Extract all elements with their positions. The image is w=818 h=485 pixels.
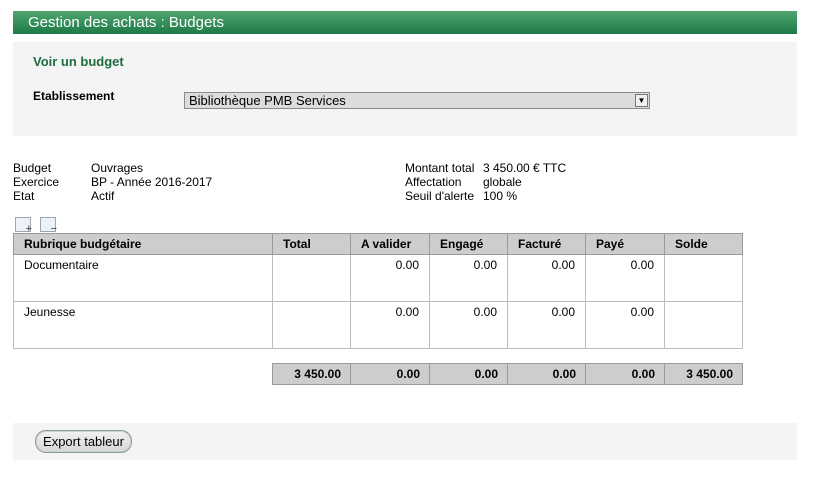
info-label: Exercice [13,175,60,189]
rubrique-cell[interactable]: Documentaire [13,254,273,302]
info-value: Ouvrages [91,161,144,175]
column-header: Facturé [507,233,586,255]
info-label: Budget [13,161,52,175]
info-row-budget: Budget Ouvrages [13,161,212,175]
budget-table: Rubrique budgétaire Total A valider Enga… [13,233,743,349]
a-valider-cell: 0.00 [350,301,430,349]
totals-row-table: 3 450.00 0.00 0.00 0.00 0.00 3 450.00 [272,363,743,385]
solde-cell [664,301,743,349]
column-header: A valider [350,233,430,255]
column-header: Total [272,233,351,255]
total-cell [272,301,351,349]
column-header: Payé [585,233,665,255]
etablissement-label: Etablissement [33,89,115,103]
etablissement-select[interactable]: Bibliothèque PMB Services ▼ [184,92,650,109]
totals-row: 3 450.00 0.00 0.00 0.00 0.00 3 450.00 [272,363,743,385]
info-label: Seuil d'alerte [405,189,474,203]
engage-sum-cell: 0.00 [429,363,508,385]
facture-sum-cell: 0.00 [507,363,586,385]
info-label: Affectation [405,175,462,189]
column-header: Solde [664,233,743,255]
info-row-affectation: Affectation globale [405,175,566,189]
budget-info-right: Montant total 3 450.00 € TTC Affectation… [405,161,566,203]
info-row-exercice: Exercice BP - Année 2016-2017 [13,175,212,189]
tree-toggle-icons: + − [15,217,57,235]
solde-sum-cell: 3 450.00 [664,363,743,385]
page-title: Gestion des achats : Budgets [13,11,797,34]
expand-all-icon[interactable]: + [15,217,32,235]
table-header-row: Rubrique budgétaire Total A valider Enga… [13,233,743,255]
a-valider-sum-cell: 0.00 [350,363,430,385]
info-value: globale [483,175,522,189]
paye-sum-cell: 0.00 [585,363,665,385]
rubrique-cell[interactable]: Jeunesse [13,301,273,349]
info-value: Actif [91,189,115,203]
engage-cell: 0.00 [429,301,508,349]
total-cell [272,254,351,302]
info-label: Etat [13,189,35,203]
budget-form-panel: Voir un budget Etablissement Bibliothèqu… [13,42,797,136]
budget-info-left: Budget Ouvrages Exercice BP - Année 2016… [13,161,212,203]
paye-cell: 0.00 [585,254,665,302]
table-row: Jeunesse 0.00 0.00 0.00 0.00 [13,301,743,349]
footer-panel: Export tableur [13,423,797,460]
info-value: 3 450.00 € TTC [483,161,567,175]
form-title: Voir un budget [33,54,124,69]
column-header: Engagé [429,233,508,255]
total-sum-cell: 3 450.00 [272,363,351,385]
engage-cell: 0.00 [429,254,508,302]
table-row: Documentaire 0.00 0.00 0.00 0.00 [13,254,743,302]
collapse-all-icon[interactable]: − [40,217,57,235]
info-label: Montant total [405,161,475,175]
facture-cell: 0.00 [507,254,586,302]
export-tableur-button[interactable]: Export tableur [35,430,132,453]
info-value: 100 % [483,189,518,203]
column-header: Rubrique budgétaire [13,233,273,255]
a-valider-cell: 0.00 [350,254,430,302]
info-row-montant: Montant total 3 450.00 € TTC [405,161,566,175]
solde-cell [664,254,743,302]
chevron-down-icon[interactable]: ▼ [635,94,648,107]
facture-cell: 0.00 [507,301,586,349]
info-value: BP - Année 2016-2017 [91,175,213,189]
paye-cell: 0.00 [585,301,665,349]
info-row-seuil: Seuil d'alerte 100 % [405,189,566,203]
etablissement-select-value: Bibliothèque PMB Services [189,93,346,108]
info-row-etat: Etat Actif [13,189,212,203]
